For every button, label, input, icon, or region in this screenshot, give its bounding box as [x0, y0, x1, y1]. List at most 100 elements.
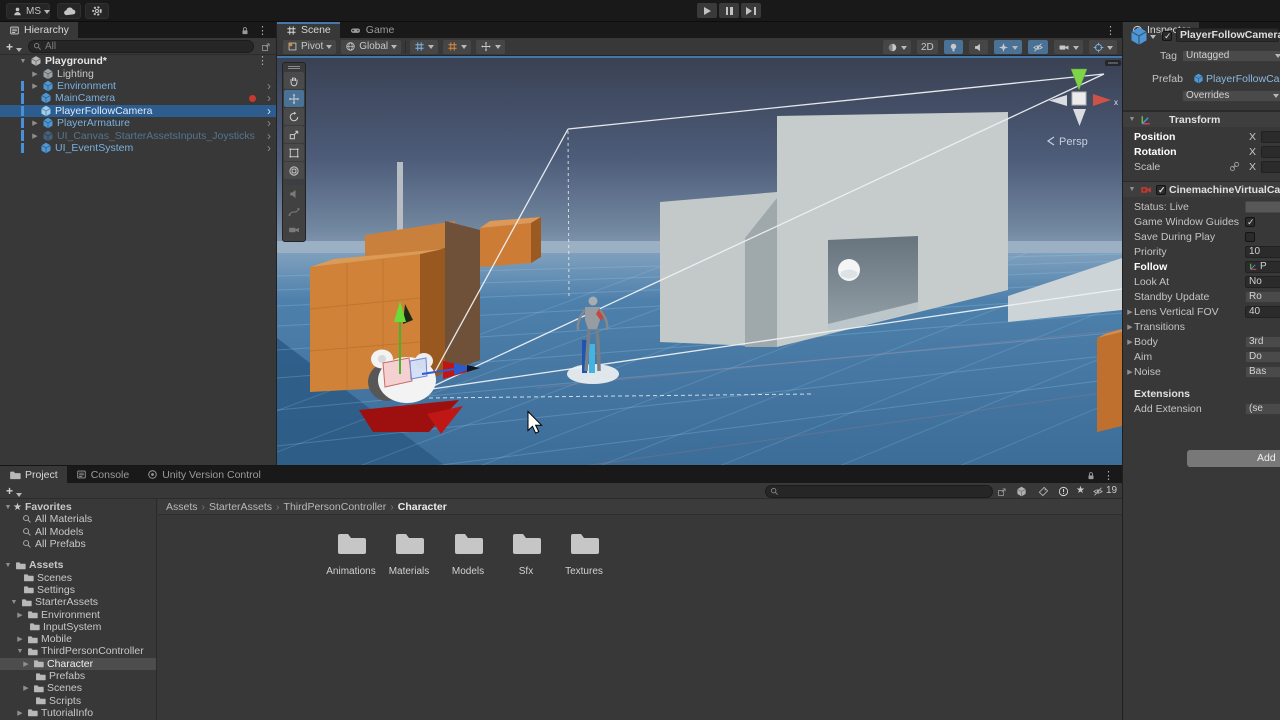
tree-row[interactable]: StarterAssets: [0, 596, 156, 608]
favorites-star-icon[interactable]: [1076, 484, 1085, 496]
scene-viewport[interactable]: x Persp: [277, 56, 1122, 465]
add-extension-dropdown[interactable]: (se: [1245, 403, 1280, 415]
scene-lighting-button[interactable]: [944, 40, 963, 54]
foldout-icon[interactable]: [1125, 368, 1135, 376]
foldout-icon[interactable]: [3, 562, 13, 569]
tree-row-selected[interactable]: Character: [0, 658, 156, 670]
import-log-icon[interactable]: [1058, 485, 1069, 497]
folder-item[interactable]: Textures: [555, 527, 613, 577]
foldout-icon[interactable]: [21, 684, 31, 692]
tree-row[interactable]: Prefabs: [0, 670, 156, 682]
effects-button[interactable]: [994, 40, 1022, 54]
foldout-icon[interactable]: [1125, 338, 1135, 346]
view-tool-button[interactable]: [284, 72, 304, 89]
settings-button[interactable]: [85, 3, 109, 19]
folder-item[interactable]: Models: [439, 527, 497, 577]
tree-row[interactable]: Assets: [0, 559, 156, 571]
hierarchy-item[interactable]: PlayerArmature: [0, 117, 276, 129]
tree-row[interactable]: All Prefabs: [0, 538, 156, 550]
tree-row[interactable]: ThirdPersonController: [0, 645, 156, 657]
scale-x-input[interactable]: [1261, 161, 1280, 173]
foldout-icon[interactable]: [30, 119, 40, 127]
tree-row[interactable]: Settings: [0, 584, 156, 596]
snap-increment-button[interactable]: [443, 40, 471, 54]
play-button[interactable]: [697, 3, 717, 18]
foldout-icon[interactable]: [3, 504, 13, 511]
tree-row[interactable]: InputSystem: [0, 621, 156, 633]
folder-item[interactable]: Sfx: [497, 527, 555, 577]
audio-tool-button[interactable]: [284, 185, 304, 202]
breadcrumb-item[interactable]: Assets: [166, 501, 198, 513]
tab-hierarchy[interactable]: Hierarchy: [0, 22, 78, 38]
foldout-icon[interactable]: [1127, 116, 1137, 123]
foldout-icon[interactable]: [15, 709, 25, 717]
project-search-input[interactable]: [782, 486, 988, 497]
tab-game[interactable]: Game: [340, 22, 404, 38]
standby-dropdown[interactable]: Ro: [1245, 291, 1280, 303]
hidden-objects-button[interactable]: [1028, 40, 1048, 54]
open-window-icon[interactable]: [997, 486, 1007, 498]
tree-row[interactable]: Favorites: [0, 501, 156, 513]
tree-row[interactable]: Scripts: [0, 694, 156, 706]
breadcrumb-item[interactable]: StarterAssets: [209, 501, 272, 513]
pause-button[interactable]: [719, 3, 739, 18]
collapsed-overlay-handle[interactable]: [1105, 60, 1121, 66]
tree-row[interactable]: All Materials: [0, 513, 156, 525]
grid-snap-button[interactable]: [410, 40, 438, 54]
folder-item[interactable]: Materials: [380, 527, 438, 577]
tree-row[interactable]: Scenes: [0, 571, 156, 583]
hidden-count-icon[interactable]: [1092, 485, 1104, 497]
solo-button[interactable]: [1245, 201, 1280, 213]
lock-icon[interactable]: [240, 25, 250, 37]
tag-dropdown[interactable]: Untagged: [1182, 50, 1280, 62]
tree-row[interactable]: TutorialInfo: [0, 707, 156, 719]
scene-audio-button[interactable]: [969, 40, 988, 54]
foldout-icon[interactable]: [15, 635, 25, 643]
overlay-drag-handle[interactable]: [283, 63, 305, 71]
transform-header[interactable]: Transform: [1123, 111, 1280, 127]
guides-checkbox[interactable]: [1245, 217, 1255, 227]
nav-arrow-icon[interactable]: [267, 143, 271, 153]
rotation-x-input[interactable]: [1261, 146, 1280, 158]
chevron-down-icon[interactable]: [1150, 35, 1156, 42]
camera-settings-button[interactable]: [1054, 40, 1083, 54]
folder-item[interactable]: Animations: [322, 527, 380, 577]
nav-arrow-icon[interactable]: [267, 93, 271, 103]
hierarchy-item-selected[interactable]: PlayerFollowCamera: [0, 105, 276, 117]
cloud-button[interactable]: [57, 3, 81, 19]
search-by-label-icon[interactable]: [1038, 485, 1049, 497]
tree-row[interactable]: All Models: [0, 526, 156, 538]
lens-fov-input[interactable]: 40: [1245, 306, 1280, 318]
tree-row[interactable]: Scenes: [0, 682, 156, 694]
create-button[interactable]: +: [6, 484, 13, 498]
prefab-value[interactable]: PlayerFollowCamera: [1206, 73, 1280, 85]
foldout-icon[interactable]: [1125, 308, 1135, 316]
foldout-icon[interactable]: [15, 611, 25, 619]
tab-console[interactable]: Console: [67, 466, 139, 483]
foldout-icon[interactable]: [1125, 323, 1135, 331]
cinemachine-header[interactable]: CinemachineVirtualCame: [1123, 181, 1280, 197]
link-icon[interactable]: [1229, 161, 1240, 172]
camera-clip-tool-button[interactable]: [284, 221, 304, 238]
tab-scene[interactable]: Scene: [277, 22, 340, 38]
add-component-button[interactable]: Add: [1187, 450, 1280, 467]
project-search[interactable]: [765, 485, 993, 498]
breadcrumb-item-current[interactable]: Character: [398, 501, 447, 513]
panel-menu-icon[interactable]: [1105, 23, 1116, 39]
overrides-dropdown[interactable]: Overrides: [1182, 90, 1280, 102]
breadcrumb-item[interactable]: ThirdPersonController: [284, 501, 387, 513]
tool-handle-pivot-button[interactable]: Pivot: [283, 40, 336, 54]
lock-icon[interactable]: [1086, 470, 1096, 482]
foldout-icon[interactable]: [15, 648, 25, 655]
panel-menu-icon[interactable]: [1103, 468, 1114, 484]
panel-menu-icon[interactable]: [257, 23, 268, 39]
name-field[interactable]: PlayerFollowCamera: [1176, 28, 1279, 42]
search-by-type-icon[interactable]: [1016, 485, 1027, 497]
foldout-icon[interactable]: [18, 58, 28, 65]
chevron-down-icon[interactable]: [16, 48, 22, 55]
foldout-icon[interactable]: [30, 82, 40, 90]
component-checkbox[interactable]: [1156, 185, 1166, 195]
hierarchy-item[interactable]: Lighting: [0, 67, 276, 79]
snap-move-button[interactable]: [476, 40, 505, 54]
nav-arrow-icon[interactable]: [267, 81, 271, 91]
